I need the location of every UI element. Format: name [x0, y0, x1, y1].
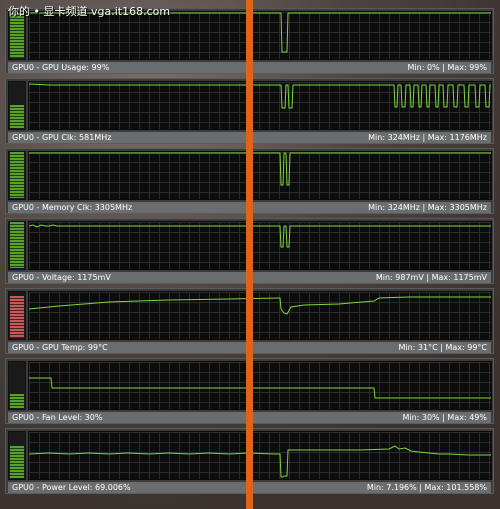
- gpu-usage-label: GPU0 - GPU Usage: 99%: [12, 63, 110, 72]
- memory-clk-graph: [28, 151, 492, 200]
- gpu-usage-range: Min: 0% | Max: 99%: [407, 63, 487, 72]
- orange-divider-line: [246, 0, 253, 509]
- memory-clk-bar-fill: [10, 152, 24, 198]
- power-level-graph: [28, 431, 492, 480]
- memory-clk-label: GPU0 - Memory Clk: 3305MHz: [12, 203, 133, 212]
- memory-clk-range: Min: 324MHz | Max: 3305MHz: [368, 203, 487, 212]
- gpu-temp-label: GPU0 - GPU Temp: 99°C: [12, 343, 108, 352]
- gpu-clk-bar: [8, 81, 26, 130]
- memory-clk-bar: [8, 151, 26, 200]
- gpu-clk-range: Min: 324MHz | Max: 1176MHz: [368, 133, 487, 142]
- fan-level-label: GPU0 - Fan Level: 30%: [12, 413, 103, 422]
- gpu-clk-bar-fill: [10, 105, 24, 128]
- power-level-label: GPU0 - Power Level: 69.006%: [12, 483, 131, 492]
- watermark-text: 你的 • 显卡频道 vga.it168.com: [8, 5, 171, 18]
- gpu-temp-bar-fill: [10, 296, 24, 338]
- fan-level-graph: [28, 361, 492, 410]
- gpu-temp-bar: [8, 291, 26, 340]
- voltage-range: Min: 987mV | Max: 1175mV: [375, 273, 487, 282]
- gpu-clk-label: GPU0 - GPU Clk: 581MHz: [12, 133, 112, 142]
- voltage-label: GPU0 - Voltage: 1175mV: [12, 273, 111, 282]
- voltage-graph: [28, 221, 492, 270]
- power-level-bar-fill: [10, 446, 24, 478]
- gpu-temp-range: Min: 31°C | Max: 99°C: [398, 343, 487, 352]
- fan-level-bar: [8, 361, 26, 410]
- fan-level-bar-fill: [10, 394, 24, 408]
- fan-level-range: Min: 30% | Max: 49%: [402, 413, 487, 422]
- gpu-clk-graph: [28, 81, 492, 130]
- gpu-temp-graph: [28, 291, 492, 340]
- power-level-bar: [8, 431, 26, 480]
- power-level-range: Min: 7.196% | Max: 101.558%: [366, 483, 487, 492]
- voltage-bar-fill: [10, 222, 24, 268]
- voltage-bar: [8, 221, 26, 270]
